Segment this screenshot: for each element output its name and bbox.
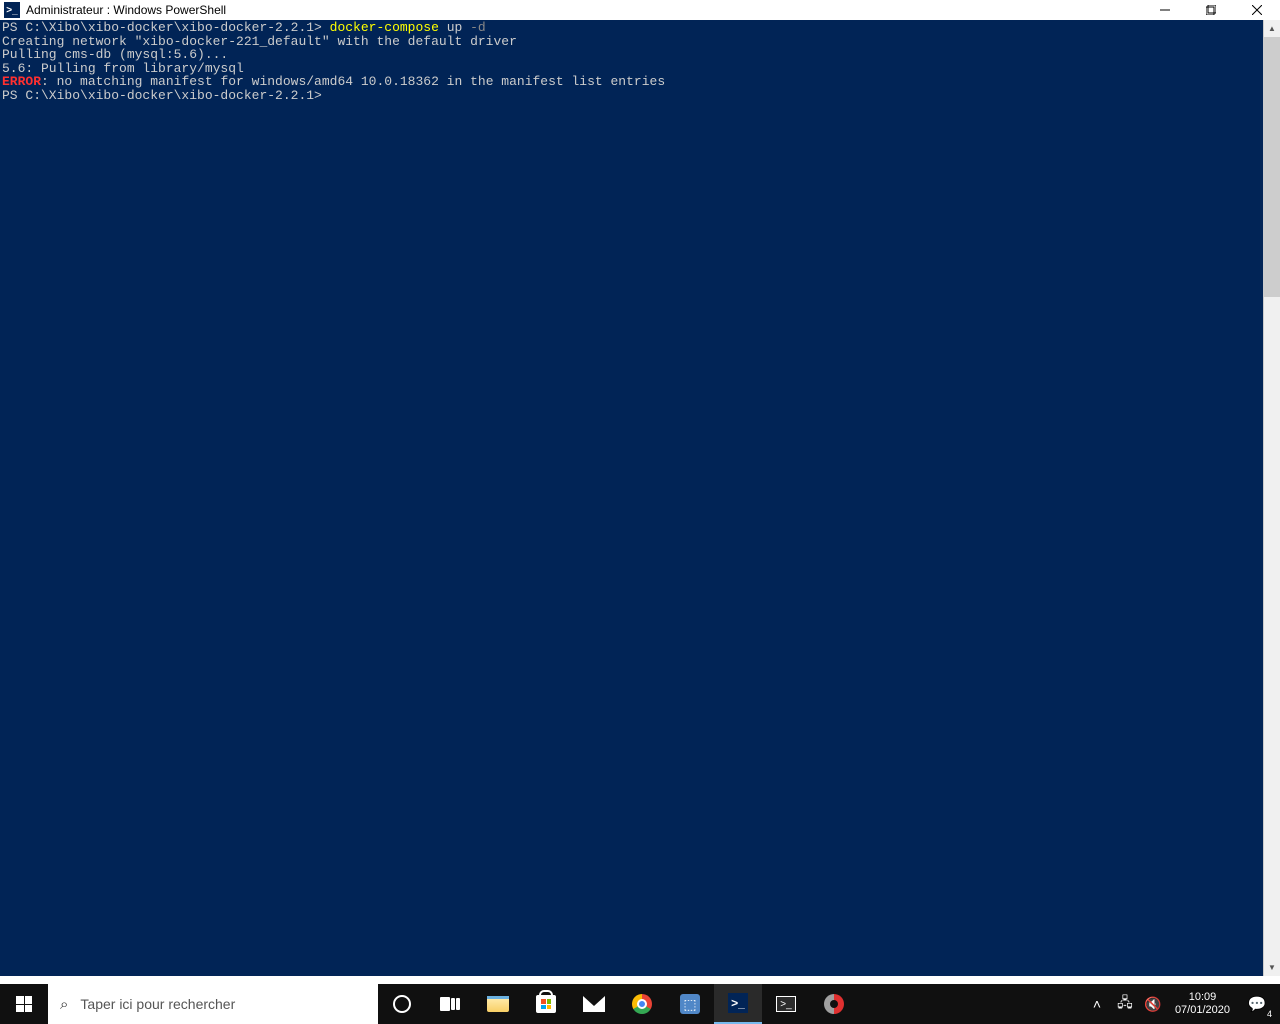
taskbar: ⌕ Taper ici pour rechercher ⬚ >_ >_	[0, 984, 1280, 1024]
network-button[interactable]: 🖧	[1113, 984, 1137, 1024]
task-view-icon	[440, 997, 460, 1011]
terminal-area[interactable]: PS C:\Xibo\xibo-docker\xibo-docker-2.2.1…	[0, 20, 1280, 976]
cortana-button[interactable]	[378, 984, 426, 1024]
file-explorer-button[interactable]	[474, 984, 522, 1024]
search-placeholder: Taper ici pour rechercher	[80, 996, 235, 1012]
terminal-output: PS C:\Xibo\xibo-docker\xibo-docker-2.2.1…	[0, 20, 1263, 976]
cortana-icon	[393, 995, 411, 1013]
terminal-button[interactable]: >_	[762, 984, 810, 1024]
terminal-icon: >_	[776, 996, 796, 1012]
chrome-icon	[632, 994, 652, 1014]
clock-button[interactable]: 10:09 07/01/2020	[1169, 991, 1236, 1017]
action-center-button[interactable]: 💬 4	[1240, 984, 1274, 1024]
tray-overflow-button[interactable]: ˄	[1085, 984, 1109, 1024]
search-box[interactable]: ⌕ Taper ici pour rechercher	[48, 984, 378, 1024]
app-icon: ⬚	[680, 994, 700, 1014]
powershell-icon: >_	[728, 993, 748, 1013]
start-button[interactable]	[0, 984, 48, 1024]
scrollbar-thumb[interactable]	[1264, 37, 1280, 297]
ccleaner-icon	[824, 994, 844, 1014]
network-icon: 🖧	[1117, 992, 1133, 1016]
app-button-1[interactable]: ⬚	[666, 984, 714, 1024]
scrollbar[interactable]: ▲ ▼	[1263, 20, 1280, 976]
notification-badge: 4	[1267, 1009, 1272, 1019]
chrome-button[interactable]	[618, 984, 666, 1024]
scroll-up-button[interactable]: ▲	[1264, 20, 1280, 37]
microsoft-store-button[interactable]	[522, 984, 570, 1024]
minimize-button[interactable]	[1142, 0, 1188, 20]
time-text: 10:09	[1189, 991, 1217, 1004]
window-titlebar: >_ Administrateur : Windows PowerShell	[0, 0, 1280, 20]
windows-logo-icon	[16, 996, 32, 1012]
task-view-button[interactable]	[426, 984, 474, 1024]
store-icon	[536, 995, 556, 1013]
scroll-down-button[interactable]: ▼	[1264, 959, 1280, 976]
powershell-taskbar-button[interactable]: >_	[714, 984, 762, 1024]
window-title: Administrateur : Windows PowerShell	[26, 3, 226, 17]
close-button[interactable]	[1234, 0, 1280, 20]
chevron-up-icon: ˄	[1093, 996, 1101, 1012]
mail-icon	[583, 996, 605, 1012]
volume-button[interactable]: 🔇	[1141, 984, 1165, 1024]
folder-icon	[487, 996, 509, 1012]
notification-icon: 💬	[1248, 995, 1267, 1013]
speaker-muted-icon: 🔇	[1144, 996, 1161, 1013]
date-text: 07/01/2020	[1175, 1004, 1230, 1017]
window-border-bottom	[0, 976, 1280, 984]
mail-button[interactable]	[570, 984, 618, 1024]
ccleaner-button[interactable]	[810, 984, 858, 1024]
search-icon: ⌕	[60, 996, 68, 1013]
maximize-button[interactable]	[1188, 0, 1234, 20]
powershell-icon: >_	[4, 2, 20, 18]
